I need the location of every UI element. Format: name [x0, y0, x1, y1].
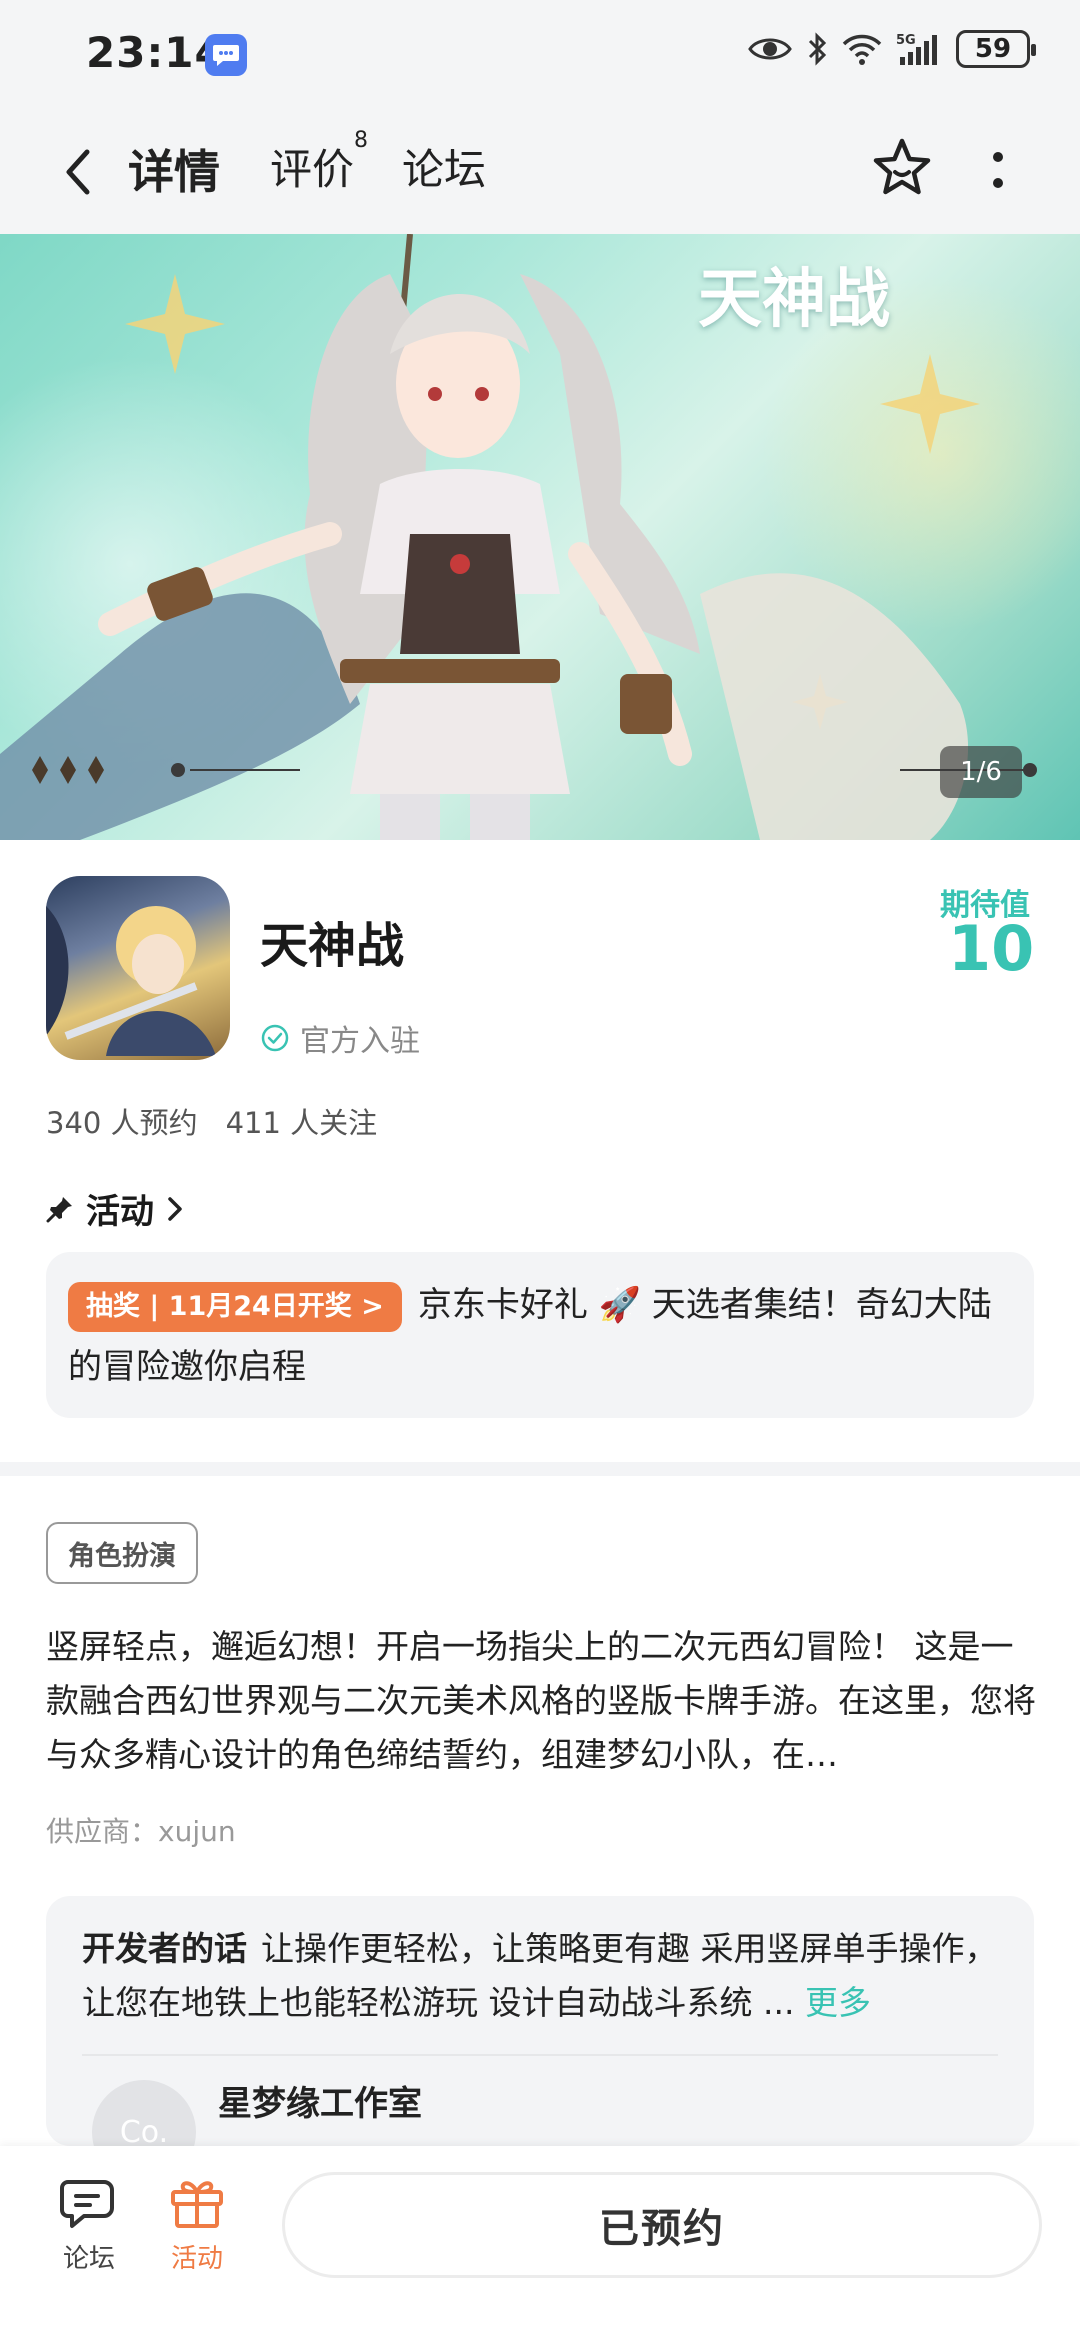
follower-count: 411 人关注 — [225, 1106, 378, 1140]
svg-text:5G: 5G — [896, 33, 916, 48]
verified-check-icon — [261, 1024, 289, 1052]
more-link[interactable]: 更多 — [805, 1983, 871, 2022]
bottom-action-bar: 论坛 活动 已预约 — [0, 2146, 1080, 2351]
chat-bubble-icon — [60, 2180, 114, 2228]
expectation-score: 10 — [948, 912, 1035, 985]
lottery-tag: 抽奖 | 11月24日开奖 > — [68, 1281, 402, 1332]
wifi-icon — [842, 34, 882, 65]
reservation-count: 340 人预约 — [46, 1106, 198, 1140]
screenshot-carousel[interactable]: 天神战 1/6 — [0, 234, 1080, 840]
studio-name[interactable]: 星梦缘工作室 — [218, 2076, 422, 2125]
game-logo: 天神战 — [698, 262, 890, 337]
tab-forum-label: 论坛 — [402, 145, 487, 194]
section-divider — [0, 1462, 1080, 1476]
tab-reviews-label: 评价 — [270, 145, 355, 194]
battery-indicator: 59 — [956, 30, 1036, 68]
status-icons: 5G 59 — [748, 30, 1036, 68]
pin-icon — [46, 1196, 72, 1222]
official-badge: 官方入驻 — [260, 1016, 420, 1060]
tab-reviews[interactable]: 评价 8 — [270, 128, 368, 197]
tab-details-label: 详情 — [128, 145, 220, 199]
signal-5g-icon: 5G — [896, 33, 937, 65]
banner-artwork — [0, 234, 1037, 840]
tab-details[interactable]: 详情 — [124, 136, 224, 202]
reserved-button[interactable]: 已预约 — [282, 2172, 1042, 2278]
bottom-nav-activity[interactable]: 活动 — [152, 2176, 242, 2275]
app-icon — [46, 876, 230, 1060]
more-options-button[interactable] — [978, 138, 1018, 202]
supplier-info: 供应商：xujun — [46, 1815, 236, 1848]
gift-icon — [171, 2181, 223, 2228]
back-button[interactable] — [50, 142, 106, 202]
official-label: 官方入驻 — [300, 1024, 420, 1059]
carousel-counter: 1/6 — [940, 746, 1022, 798]
bluetooth-icon — [808, 32, 827, 66]
top-navigation: 详情 评价 8 论坛 — [0, 112, 1080, 234]
activity-section-header[interactable]: 活动 — [46, 1184, 184, 1233]
bottom-nav-forum[interactable]: 论坛 — [44, 2176, 134, 2275]
app-stats: 340 人预约 411 人关注 — [46, 1100, 377, 1142]
studio-avatar: Co. — [92, 2080, 196, 2146]
bottom-nav-activity-label: 活动 — [170, 2244, 223, 2274]
eye-icon — [748, 38, 792, 60]
review-count: 8 — [354, 128, 369, 153]
activity-card[interactable]: 抽奖 | 11月24日开奖 > 京东卡好礼 🚀 天选者集结！奇幻大陆的冒险邀你启程 — [46, 1252, 1034, 1418]
card-divider — [82, 2054, 998, 2056]
more-dot-icon — [993, 152, 1003, 162]
developer-note-card[interactable]: 开发者的话 让操作更轻松，让策略更有趣 采用竖屏单手操作，让您在地铁上也能轻松游玩… — [46, 1896, 1034, 2146]
message-notification-icon — [205, 34, 247, 76]
star-icon — [873, 138, 931, 195]
bottom-nav-forum-label: 论坛 — [62, 2244, 115, 2274]
status-time: 23:14 — [86, 28, 225, 77]
activity-section-title: 活动 — [86, 1192, 154, 1232]
app-name: 天神战 — [260, 918, 405, 974]
tab-forum[interactable]: 论坛 — [402, 136, 486, 197]
chevron-right-icon — [168, 1196, 182, 1221]
game-description[interactable]: 竖屏轻点，邂逅幻想！开启一场指尖上的二次元西幻冒险！ 这是一款融合西幻世界观与二… — [46, 1620, 1036, 1782]
more-dot-icon — [993, 178, 1003, 188]
genre-tag[interactable]: 角色扮演 — [46, 1522, 198, 1584]
status-bar: 23:14 5G 59 — [0, 0, 1080, 112]
developer-note-label: 开发者的话 — [82, 1929, 247, 1968]
chevron-left-icon — [66, 149, 90, 195]
favorite-button[interactable] — [870, 136, 934, 200]
